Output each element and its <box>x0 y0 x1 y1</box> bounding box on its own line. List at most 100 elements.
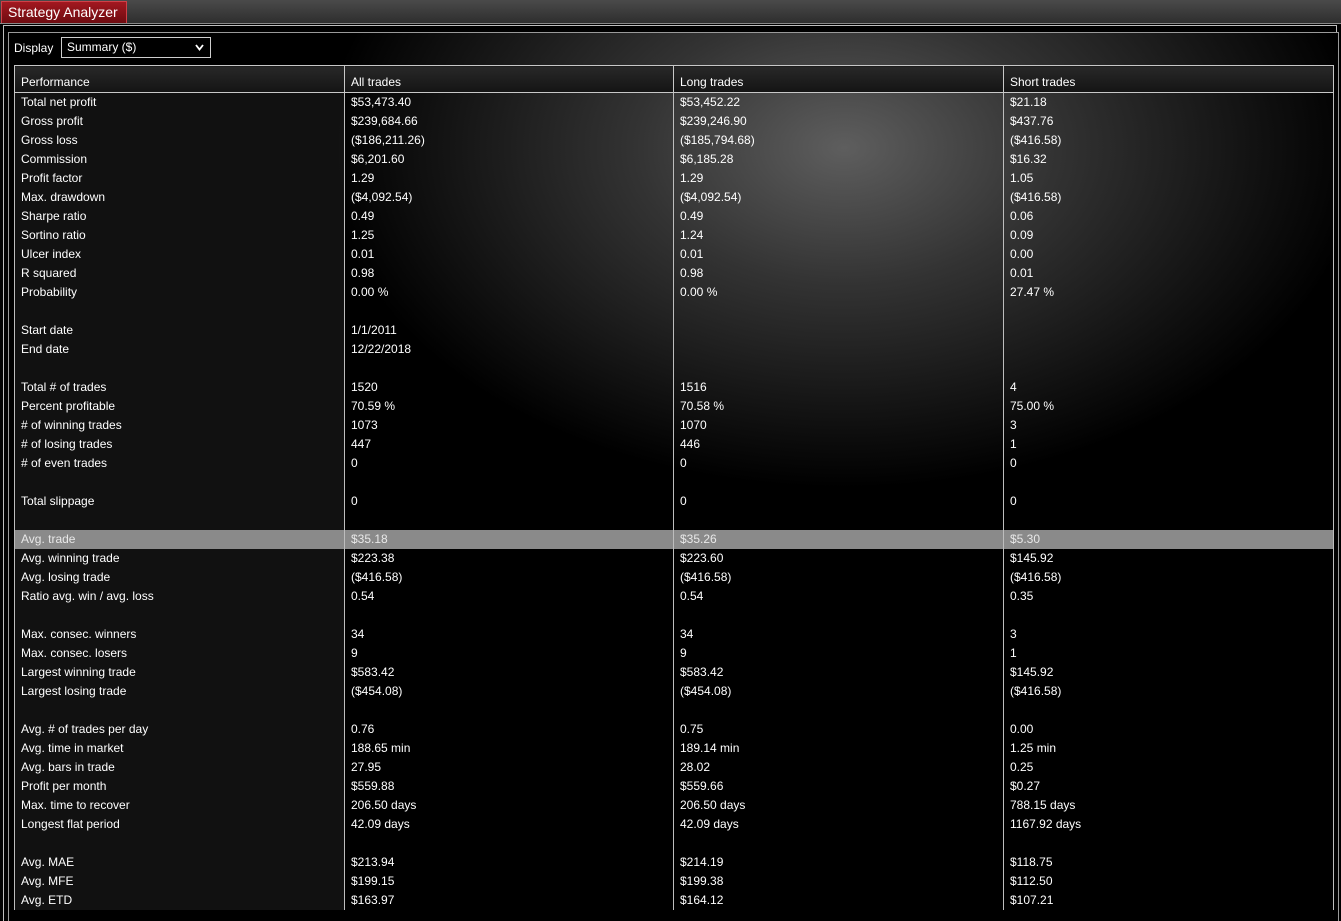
table-row[interactable] <box>14 700 1334 720</box>
table-row[interactable]: Ulcer index 0.01 0.01 0.00 <box>14 244 1334 264</box>
table-row[interactable] <box>14 301 1334 321</box>
value-long-trades: 189.14 min <box>673 738 1004 758</box>
metric-label <box>14 510 345 530</box>
value-all-trades <box>344 833 674 853</box>
table-row[interactable] <box>14 510 1334 530</box>
table-row[interactable]: Avg. winning trade $223.38 $223.60 $145.92 <box>14 548 1334 568</box>
value-all-trades: 0.54 <box>344 586 674 606</box>
value-short-trades: $16.32 <box>1003 149 1334 169</box>
value-all-trades: 27.95 <box>344 757 674 777</box>
table-row[interactable]: Gross profit $239,684.66 $239,246.90 $437.7… <box>14 111 1334 131</box>
table-row[interactable] <box>14 833 1334 853</box>
metric-label: R squared <box>14 263 345 283</box>
value-all-trades: 9 <box>344 643 674 663</box>
value-short-trades: 27.47 % <box>1003 282 1334 302</box>
table-row[interactable]: Total # of trades 1520 1516 4 <box>14 377 1334 397</box>
table-row[interactable]: Commission $6,201.60 $6,185.28 $16.32 <box>14 149 1334 169</box>
table-row[interactable]: Max. consec. winners 34 34 3 <box>14 624 1334 644</box>
table-row[interactable]: Total net profit $53,473.40 $53,452.22 $21.… <box>14 92 1334 112</box>
table-row[interactable] <box>14 472 1334 492</box>
table-row[interactable]: Probability 0.00 % 0.00 % 27.47 % <box>14 282 1334 302</box>
table-row[interactable]: End date 12/22/2018 <box>14 339 1334 359</box>
table-row[interactable] <box>14 358 1334 378</box>
metric-label: Max. consec. losers <box>14 643 345 663</box>
value-long-trades: 1070 <box>673 415 1004 435</box>
metric-label: # of winning trades <box>14 415 345 435</box>
value-long-trades: 70.58 % <box>673 396 1004 416</box>
table-row[interactable]: Sortino ratio 1.25 1.24 0.09 <box>14 225 1334 245</box>
table-row[interactable]: Longest flat period 42.09 days 42.09 days 1… <box>14 814 1334 834</box>
table-row[interactable]: Avg. losing trade ($416.58) ($416.58) ($416… <box>14 567 1334 587</box>
metric-label <box>14 301 345 321</box>
table-row[interactable]: Avg. trade $35.18 $35.26 $5.30 <box>14 529 1334 549</box>
value-long-trades <box>673 700 1004 720</box>
value-long-trades <box>673 320 1004 340</box>
window-title[interactable]: Strategy Analyzer <box>1 1 127 23</box>
table-row[interactable]: Max. time to recover 206.50 days 206.50 da… <box>14 795 1334 815</box>
table-row[interactable]: Percent profitable 70.59 % 70.58 % 75.00 % <box>14 396 1334 416</box>
table-row[interactable]: Total slippage 0 0 0 <box>14 491 1334 511</box>
value-short-trades: 0.35 <box>1003 586 1334 606</box>
metric-label: Ratio avg. win / avg. loss <box>14 586 345 606</box>
table-row[interactable]: Avg. bars in trade 27.95 28.02 0.25 <box>14 757 1334 777</box>
value-all-trades: $199.15 <box>344 871 674 891</box>
value-long-trades: $239,246.90 <box>673 111 1004 131</box>
table-row[interactable]: Ratio avg. win / avg. loss 0.54 0.54 0.35 <box>14 586 1334 606</box>
column-header-performance[interactable]: Performance <box>14 65 345 93</box>
value-long-trades: ($454.08) <box>673 681 1004 701</box>
table-row[interactable]: Sharpe ratio 0.49 0.49 0.06 <box>14 206 1334 226</box>
value-all-trades: $6,201.60 <box>344 149 674 169</box>
table-row[interactable]: Avg. # of trades per day 0.76 0.75 0.00 <box>14 719 1334 739</box>
table-row[interactable]: Avg. time in market 188.65 min 189.14 min 1… <box>14 738 1334 758</box>
value-long-trades: ($185,794.68) <box>673 130 1004 150</box>
table-row[interactable]: Avg. ETD $163.97 $164.12 $107.21 <box>14 890 1334 910</box>
table-row[interactable]: Max. drawdown ($4,092.54) ($4,092.54) ($416… <box>14 187 1334 207</box>
value-all-trades: 1.29 <box>344 168 674 188</box>
value-long-trades: $53,452.22 <box>673 92 1004 112</box>
metric-label: Profit per month <box>14 776 345 796</box>
value-all-trades: 0 <box>344 491 674 511</box>
table-row[interactable]: # of even trades 0 0 0 <box>14 453 1334 473</box>
table-row[interactable]: # of losing trades 447 446 1 <box>14 434 1334 454</box>
table-row[interactable]: Max. consec. losers 9 9 1 <box>14 643 1334 663</box>
metric-label: Largest winning trade <box>14 662 345 682</box>
table-row[interactable]: Avg. MAE $213.94 $214.19 $118.75 <box>14 852 1334 872</box>
value-long-trades: 0.75 <box>673 719 1004 739</box>
value-short-trades: 1167.92 days <box>1003 814 1334 834</box>
value-all-trades: ($416.58) <box>344 567 674 587</box>
table-row[interactable]: Profit per month $559.88 $559.66 $0.27 <box>14 776 1334 796</box>
table-row[interactable]: Profit factor 1.29 1.29 1.05 <box>14 168 1334 188</box>
value-long-trades: 206.50 days <box>673 795 1004 815</box>
value-long-trades: 42.09 days <box>673 814 1004 834</box>
value-short-trades: 0.25 <box>1003 757 1334 777</box>
column-header-all-trades[interactable]: All trades <box>344 65 674 93</box>
title-bar: Strategy Analyzer <box>0 0 1341 24</box>
metric-label: Profit factor <box>14 168 345 188</box>
table-row[interactable]: Avg. MFE $199.15 $199.38 $112.50 <box>14 871 1334 891</box>
metric-label: # of losing trades <box>14 434 345 454</box>
value-long-trades: 446 <box>673 434 1004 454</box>
metric-label: Max. time to recover <box>14 795 345 815</box>
table-row[interactable]: Gross loss ($186,211.26) ($185,794.68) ($41… <box>14 130 1334 150</box>
value-short-trades: 4 <box>1003 377 1334 397</box>
table-row[interactable]: Largest winning trade $583.42 $583.42 $145.… <box>14 662 1334 682</box>
table-row[interactable]: Start date 1/1/2011 <box>14 320 1334 340</box>
display-select[interactable]: Summary ($) <box>61 37 211 58</box>
metric-label: Sortino ratio <box>14 225 345 245</box>
value-all-trades: $35.18 <box>344 529 674 549</box>
value-all-trades: 1520 <box>344 377 674 397</box>
value-short-trades: $118.75 <box>1003 852 1334 872</box>
value-long-trades <box>673 510 1004 530</box>
value-short-trades: 1.25 min <box>1003 738 1334 758</box>
column-header-short-trades[interactable]: Short trades <box>1003 65 1334 93</box>
table-row[interactable] <box>14 605 1334 625</box>
value-short-trades: ($416.58) <box>1003 130 1334 150</box>
value-all-trades: $559.88 <box>344 776 674 796</box>
table-row[interactable]: Largest losing trade ($454.08) ($454.08) ($… <box>14 681 1334 701</box>
table-row[interactable]: # of winning trades 1073 1070 3 <box>14 415 1334 435</box>
value-short-trades: $145.92 <box>1003 548 1334 568</box>
value-long-trades: 9 <box>673 643 1004 663</box>
table-row[interactable]: R squared 0.98 0.98 0.01 <box>14 263 1334 283</box>
column-header-long-trades[interactable]: Long trades <box>673 65 1004 93</box>
value-all-trades: ($454.08) <box>344 681 674 701</box>
